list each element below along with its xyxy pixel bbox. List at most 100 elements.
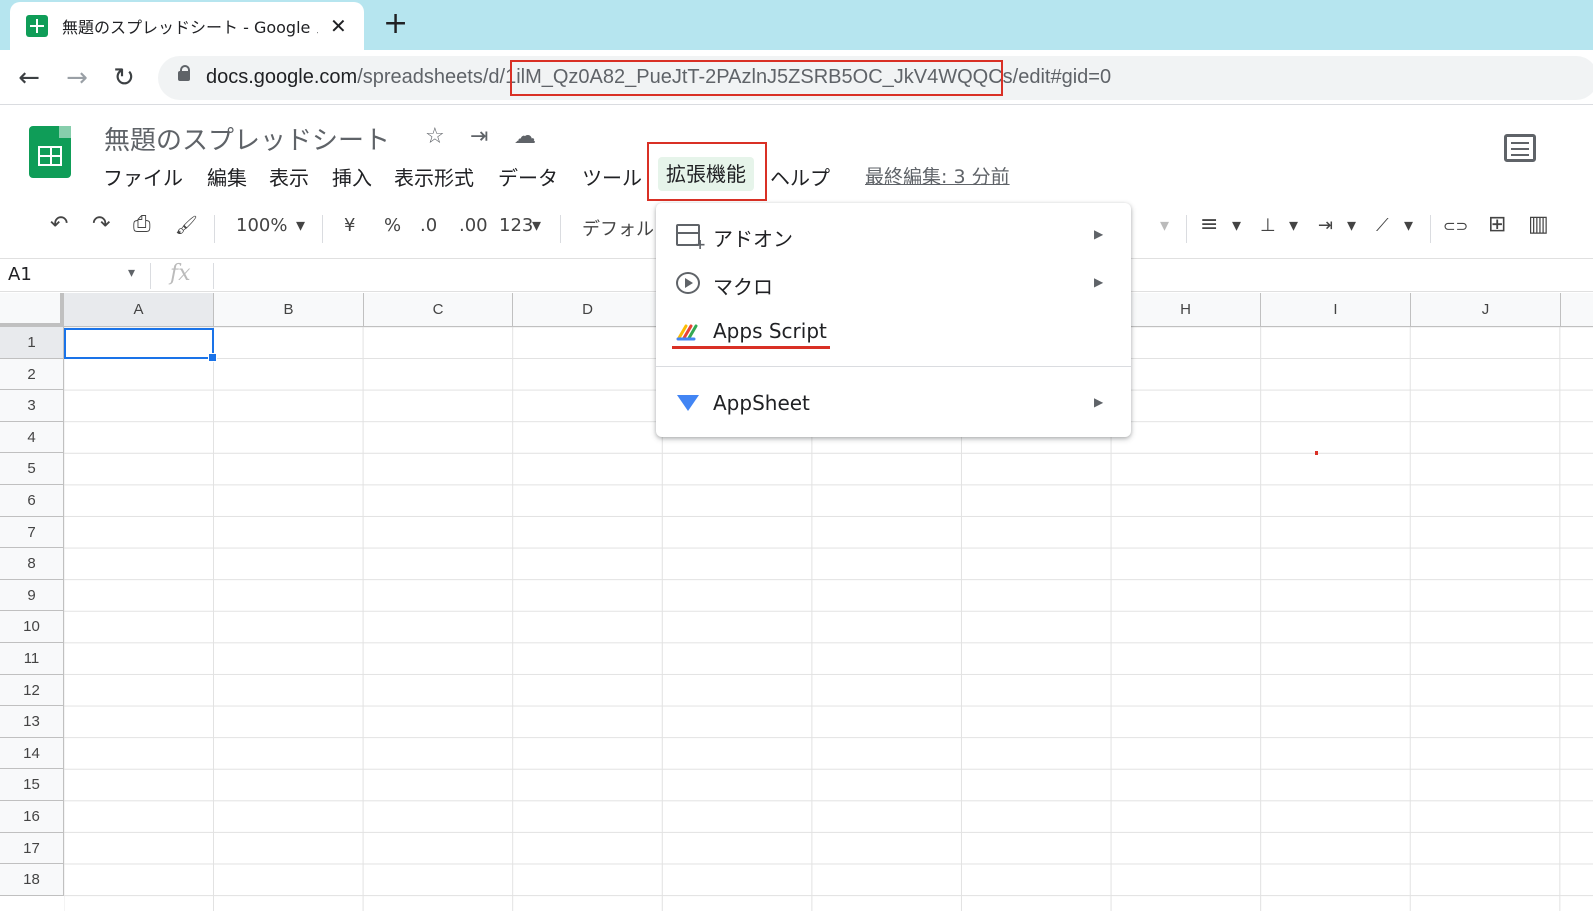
toolbar-divider [322, 215, 323, 243]
row-header[interactable]: 11 [0, 643, 64, 675]
redo-icon[interactable]: ↷ [92, 212, 110, 237]
menu-edit[interactable]: 編集 [207, 162, 247, 191]
toolbar-divider [1186, 215, 1187, 243]
appsheet-icon [676, 392, 700, 414]
reload-icon[interactable]: ↻ [107, 61, 141, 95]
formula-divider [213, 263, 214, 289]
paint-format-icon[interactable]: 🖌 [175, 215, 198, 236]
insert-link-icon[interactable]: ⊂⊃ [1443, 217, 1468, 235]
column-header[interactable]: I [1261, 293, 1411, 327]
vertical-align-caret-icon[interactable]: ▾ [1289, 215, 1298, 236]
row-header[interactable]: 2 [0, 358, 64, 391]
row-header[interactable]: 7 [0, 516, 64, 549]
row-header[interactable]: 15 [0, 769, 64, 801]
menu-item-label: マクロ [713, 275, 773, 299]
more-formats-button[interactable]: 123 [499, 215, 533, 236]
undo-icon[interactable]: ↶ [50, 212, 68, 237]
toolbar-divider [214, 215, 215, 243]
text-rotation-icon[interactable]: ⟋ [1376, 215, 1389, 236]
move-icon[interactable]: ⇥ [470, 124, 488, 149]
decrease-decimal-button[interactable]: .0 [420, 215, 437, 236]
row-header[interactable]: 1 [0, 327, 64, 359]
menu-tools[interactable]: ツール [582, 162, 642, 191]
star-icon[interactable]: ☆ [425, 124, 445, 149]
apps-script-highlight-underline [672, 346, 830, 349]
percent-button[interactable]: % [384, 215, 401, 236]
menu-help[interactable]: ヘルプ [770, 162, 830, 191]
row-header[interactable]: 10 [0, 611, 64, 643]
column-header-partial[interactable] [1561, 293, 1593, 327]
tab-title: 無題のスプレッドシート - Google スプ [62, 18, 318, 37]
row-header[interactable]: 12 [0, 674, 64, 707]
sheets-favicon-icon [26, 15, 48, 37]
cloud-status-icon[interactable]: ☁ [514, 124, 536, 149]
row-header[interactable]: 14 [0, 737, 64, 770]
active-cell-a1[interactable] [64, 328, 217, 362]
vertical-align-icon[interactable]: ⊥ [1260, 215, 1276, 236]
menu-item-appsheet[interactable]: AppSheet ▶ [656, 379, 1131, 427]
url-host: docs.google.com [206, 66, 358, 88]
column-header[interactable]: A [64, 293, 214, 327]
column-header[interactable]: B [214, 293, 364, 327]
column-header[interactable]: J [1411, 293, 1561, 327]
increase-decimal-button[interactable]: .00 [459, 215, 488, 236]
zoom-caret-icon[interactable]: ▾ [296, 215, 305, 236]
name-box[interactable]: A1 [8, 264, 32, 285]
menu-data[interactable]: データ [498, 162, 558, 191]
horizontal-align-caret-icon[interactable]: ▾ [1232, 215, 1241, 236]
toolbar-divider [1430, 215, 1431, 243]
lock-icon [178, 65, 190, 81]
apps-script-icon [676, 320, 700, 342]
row-header[interactable]: 4 [0, 421, 64, 454]
row-header[interactable]: 8 [0, 548, 64, 580]
print-icon[interactable]: ⎙ [133, 212, 151, 237]
extensions-highlight-box [647, 142, 767, 201]
row-header[interactable]: 6 [0, 485, 64, 517]
browser-tab[interactable]: 無題のスプレッドシート - Google スプ ✕ [10, 2, 364, 50]
currency-button[interactable]: ¥ [344, 215, 355, 236]
menu-insert[interactable]: 挿入 [332, 162, 372, 191]
column-header[interactable]: H [1111, 293, 1261, 327]
row-header[interactable]: 13 [0, 706, 64, 738]
insert-comment-icon[interactable]: ⊞ [1488, 212, 1506, 237]
column-header[interactable]: C [364, 293, 513, 327]
back-icon[interactable]: ← [12, 61, 46, 95]
font-select[interactable]: デフォル [582, 215, 654, 241]
menu-item-addons[interactable]: アドオン ▶ [656, 211, 1131, 259]
tab-close-icon[interactable]: ✕ [330, 14, 347, 38]
fx-icon: fx [170, 261, 191, 286]
new-tab-button[interactable]: + [383, 8, 408, 40]
select-all-corner[interactable] [0, 293, 64, 327]
menu-view[interactable]: 表示 [269, 162, 309, 191]
insert-chart-icon[interactable]: ▥ [1528, 212, 1549, 237]
name-box-caret-icon[interactable]: ▾ [128, 265, 135, 281]
document-title[interactable]: 無題のスプレッドシート [104, 120, 390, 157]
menu-item-macros[interactable]: マクロ ▶ [656, 259, 1131, 307]
row-header[interactable]: 16 [0, 801, 64, 833]
addon-icon [676, 224, 706, 253]
text-wrap-caret-icon[interactable]: ▾ [1347, 215, 1356, 236]
text-wrap-icon[interactable]: ⇥ [1318, 215, 1333, 236]
zoom-select[interactable]: 100% [236, 215, 287, 236]
sheets-logo-icon[interactable] [29, 126, 71, 178]
menu-item-label: アドオン [713, 227, 793, 251]
column-header[interactable]: D [513, 293, 663, 327]
row-header[interactable]: 3 [0, 390, 64, 422]
submenu-arrow-icon: ▶ [1094, 395, 1104, 409]
forward-icon[interactable]: → [60, 61, 94, 95]
menu-item-label: Apps Script [713, 319, 827, 343]
more-formats-caret-icon[interactable]: ▾ [532, 215, 541, 236]
menu-item-label: AppSheet [713, 391, 810, 415]
menu-file[interactable]: ファイル [103, 162, 183, 191]
row-header[interactable]: 17 [0, 832, 64, 865]
submenu-arrow-icon: ▶ [1094, 275, 1104, 289]
row-header[interactable]: 18 [0, 864, 64, 896]
last-edit-link[interactable]: 最終編集: 3 分前 [865, 162, 1010, 189]
horizontal-align-icon[interactable]: ≡ [1200, 212, 1218, 237]
macro-icon [676, 272, 700, 294]
row-header[interactable]: 9 [0, 579, 64, 612]
comment-history-icon[interactable] [1504, 134, 1536, 162]
row-header[interactable]: 5 [0, 453, 64, 485]
menu-format[interactable]: 表示形式 [394, 162, 474, 191]
text-rotation-caret-icon[interactable]: ▾ [1404, 215, 1413, 236]
